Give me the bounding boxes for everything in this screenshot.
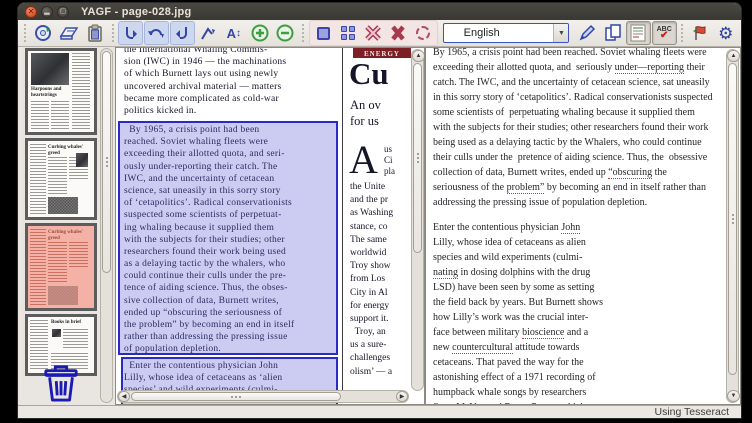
scan-middle-column: ENERGY Cu An ov for us A us Ci pla the U…: [348, 48, 412, 392]
region-tools-group: [309, 20, 438, 46]
report-button[interactable]: [688, 21, 713, 45]
delete-all-regions-button[interactable]: [386, 21, 411, 45]
toolbar-separator: [110, 24, 115, 42]
window-title: YAGF - page-028.jpg: [81, 6, 191, 18]
minimize-button[interactable]: ▂: [41, 6, 53, 18]
disc-icon: [34, 24, 52, 42]
scan-button[interactable]: [57, 21, 82, 45]
thumbnail-panel: Harpoons and heartstrings Curbing whales…: [18, 47, 115, 405]
scan-left-column: the International Whaling Commis-sion (I…: [124, 47, 340, 117]
title-bar[interactable]: ✕ ▂ ▢ YAGF - page-028.jpg: [18, 3, 741, 20]
rotate-180-icon: [148, 25, 164, 41]
selected-region-1[interactable]: [118, 121, 338, 355]
multi-region-icon: [341, 26, 355, 40]
zoom-in-button[interactable]: [247, 21, 272, 45]
recognize-page-icon: [630, 24, 646, 42]
settings-button[interactable]: ⚙: [713, 21, 738, 45]
paste-image-button[interactable]: [83, 21, 108, 45]
rotate-left-button[interactable]: [118, 21, 143, 45]
rotate-right-button[interactable]: [170, 21, 195, 45]
deskew-button[interactable]: [196, 21, 221, 45]
article-headline: Cu: [349, 56, 389, 92]
status-bar: Using Tesseract: [18, 405, 741, 418]
select-region-button[interactable]: [311, 21, 336, 45]
edit-button[interactable]: [574, 21, 599, 45]
zoom-out-button[interactable]: [273, 21, 298, 45]
thumbnail-scrollbar-slider[interactable]: [102, 51, 111, 273]
ocr-paragraph-1: By 1965, a crisis point had been reached…: [433, 47, 725, 210]
desktop: ✕ ▂ ▢ YAGF - page-028.jpg: [0, 0, 752, 423]
autoselect-regions-button[interactable]: [336, 21, 361, 45]
delete-region-icon: [364, 24, 382, 42]
rotate-left-icon: [123, 25, 139, 41]
thumbnail-list: Harpoons and heartstrings Curbing whales…: [25, 48, 97, 379]
delete-all-regions-icon: [390, 25, 406, 41]
copy-pages-icon: [604, 24, 622, 42]
scroll-down-icon[interactable]: ▼: [727, 390, 740, 402]
flag-icon: [691, 24, 709, 42]
ocr-text-editor[interactable]: By 1965, a crisis point had been reached…: [425, 47, 741, 405]
yagf-window: ✕ ▂ ▢ YAGF - page-028.jpg: [18, 3, 741, 418]
toolbar-handle: [23, 24, 28, 42]
scan-vertical-scrollbar[interactable]: ▲: [411, 49, 424, 391]
column-divider: [342, 48, 343, 392]
scroll-up-icon[interactable]: ▲: [727, 50, 740, 62]
rotate-180-button[interactable]: [144, 21, 169, 45]
language-select[interactable]: English ▼: [443, 23, 570, 43]
close-button[interactable]: ✕: [25, 6, 37, 18]
trash-icon: [40, 364, 82, 402]
clear-selection-button[interactable]: [411, 21, 436, 45]
open-image-button[interactable]: [31, 21, 56, 45]
language-value: English: [444, 27, 554, 39]
scroll-up-icon[interactable]: ▲: [412, 50, 425, 62]
chevron-down-icon[interactable]: ▼: [553, 24, 568, 42]
ocr-text[interactable]: By 1965, a crisis point had been reached…: [433, 47, 725, 405]
toolbar: A ↕ English ▼: [18, 20, 741, 47]
copy-text-button[interactable]: [600, 21, 625, 45]
thumbnail-scrollbar[interactable]: [100, 48, 113, 403]
ocr-scrollbar[interactable]: ▲ ▼: [726, 49, 739, 403]
scroll-right-icon[interactable]: ▶: [396, 391, 408, 402]
pencil-icon: [578, 24, 596, 42]
dashed-circle-icon: [416, 26, 430, 40]
scan-image-view[interactable]: the International Whaling Commis-sion (I…: [115, 47, 425, 405]
selected-highlight: [28, 226, 94, 308]
select-region-icon: [317, 27, 330, 40]
trash-dropzone[interactable]: [40, 364, 82, 402]
thumbnail-page-1[interactable]: Harpoons and heartstrings: [25, 48, 97, 135]
ocr-scroll-slider[interactable]: [728, 63, 737, 375]
spellcheck-button[interactable]: ABC✔: [652, 21, 677, 45]
zoom-out-icon: [276, 24, 294, 42]
clipboard-icon: [87, 24, 103, 42]
ocr-paragraph-2: Enter the contentious physician JohnLill…: [433, 220, 725, 405]
drop-cap: A: [349, 140, 378, 180]
scanner-icon: [59, 25, 79, 41]
scan-vscroll-slider[interactable]: [413, 63, 422, 253]
font-settings-button[interactable]: A ↕: [221, 21, 246, 45]
scan-hscroll-slider[interactable]: [131, 392, 341, 401]
toolbar-separator: [301, 24, 306, 42]
spellcheck-icon: ABC✔: [657, 26, 672, 41]
rotate-right-icon: [174, 25, 190, 41]
scroll-left-icon[interactable]: ◀: [118, 391, 130, 402]
gear-icon: ⚙: [718, 25, 733, 42]
scan-horizontal-scrollbar[interactable]: ◀ ▶: [117, 390, 409, 403]
thumbnail-page-2[interactable]: Curbing whales' greed: [25, 138, 97, 220]
deskew-arrow-icon: [199, 25, 217, 41]
window-buttons: ✕ ▂ ▢: [25, 6, 69, 18]
recognize-button[interactable]: [626, 21, 651, 45]
zoom-in-icon: [251, 24, 269, 42]
main-area: Harpoons and heartstrings Curbing whales…: [18, 47, 741, 405]
status-message: Using Tesseract: [654, 406, 729, 418]
delete-region-button[interactable]: [361, 21, 386, 45]
toolbar-separator: [680, 24, 685, 42]
thumbnail-page-3-selected[interactable]: Curbing whales' greed: [25, 223, 97, 311]
font-size-icon: A ↕: [227, 26, 241, 41]
maximize-button[interactable]: ▢: [57, 6, 69, 18]
